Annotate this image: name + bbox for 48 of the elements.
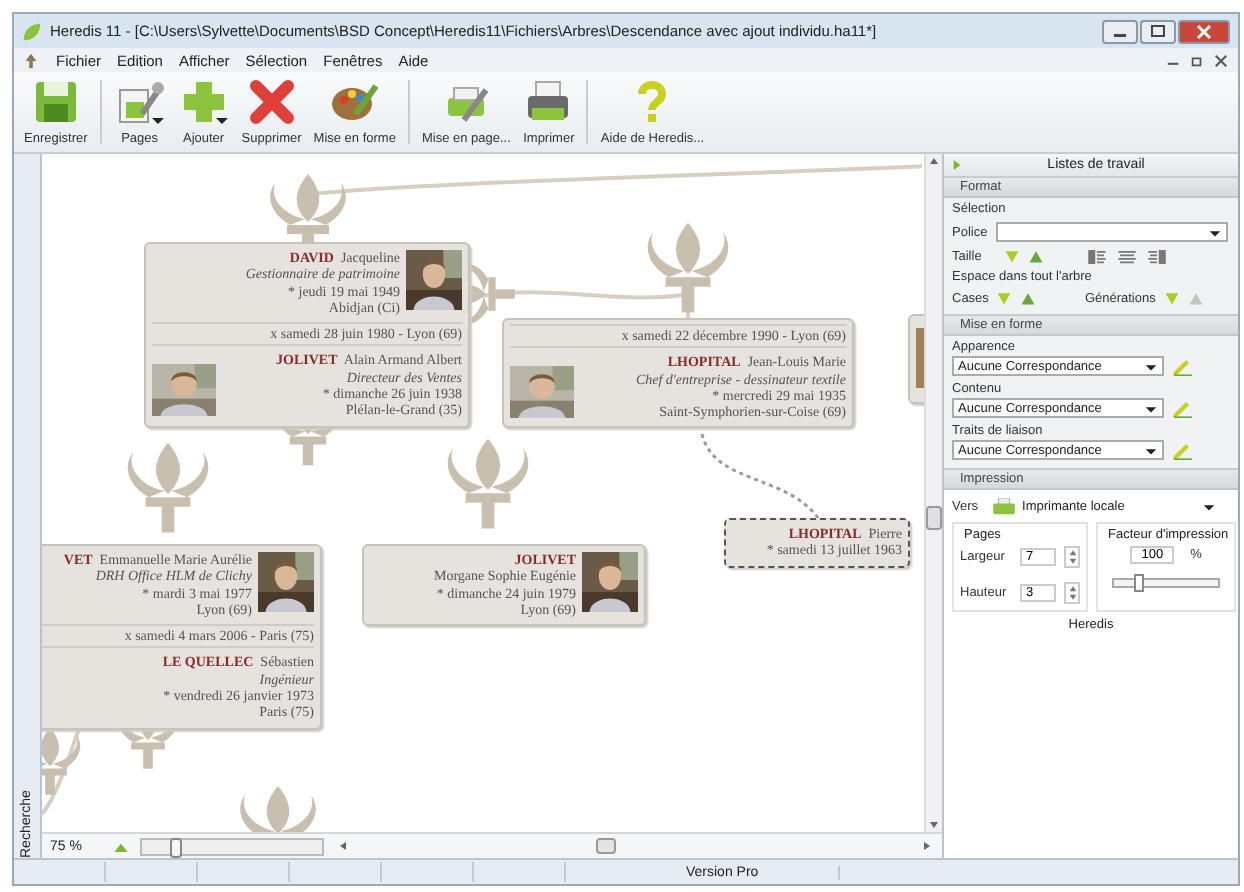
align-center-icon[interactable]	[1118, 249, 1136, 263]
dropdown-arrow-icon	[1144, 401, 1158, 415]
font-dropdown[interactable]	[995, 222, 1228, 242]
factor-slider[interactable]	[1112, 578, 1221, 588]
page-wrench-icon	[113, 78, 166, 126]
vertical-scrollbar[interactable]	[924, 154, 942, 832]
close-icon	[1214, 53, 1228, 67]
scrollbar-thumb[interactable]	[595, 838, 616, 854]
fleuron-ornament	[647, 222, 729, 313]
spinner-button[interactable]	[1064, 582, 1080, 604]
leaf-icon	[22, 21, 42, 41]
spinner-button[interactable]	[1064, 546, 1080, 568]
dotted-connector-line	[700, 433, 820, 519]
maximize-button[interactable]	[1140, 19, 1176, 43]
triangle-up-icon[interactable]	[1028, 248, 1044, 264]
scrollbar-thumb[interactable]	[926, 505, 942, 530]
zoom-slider[interactable]	[140, 837, 324, 855]
scroll-left-icon[interactable]	[336, 838, 352, 854]
dropdown-arrow-icon	[1144, 359, 1158, 373]
spinner-arrows-icon	[1067, 548, 1077, 566]
dropdown-arrow-icon	[1144, 443, 1158, 457]
pencil-icon[interactable]	[1172, 440, 1192, 460]
align-right-icon[interactable]	[1148, 249, 1166, 263]
pencil-icon[interactable]	[1172, 356, 1192, 376]
cross-icon	[245, 78, 298, 126]
close-icon	[1194, 23, 1214, 39]
person-card[interactable]	[144, 242, 470, 428]
close-button[interactable]	[1178, 19, 1230, 43]
spinner-arrows-icon	[1067, 584, 1077, 602]
fleuron-ornament	[127, 442, 209, 533]
align-left-icon[interactable]	[1088, 249, 1106, 263]
dropdown-arrow-icon	[1202, 499, 1217, 513]
scroll-right-icon[interactable]	[918, 838, 934, 854]
horizontal-scrollbar[interactable]	[336, 838, 934, 854]
restore-icon	[1190, 53, 1204, 67]
pencil-icon[interactable]	[1172, 398, 1192, 418]
close-button[interactable]	[1212, 51, 1230, 69]
fleuron-ornament	[240, 786, 316, 832]
minimize-button[interactable]	[1102, 19, 1138, 43]
dropdown-arrow-icon	[1207, 225, 1222, 239]
palette-icon	[328, 78, 381, 126]
maximize-icon	[1148, 23, 1168, 39]
arrow-right-icon[interactable]	[952, 158, 962, 172]
printer-icon	[992, 497, 1017, 515]
triangle-up-icon[interactable]	[1020, 290, 1037, 306]
fleuron-ornament	[42, 727, 81, 795]
fleuron-ornament	[447, 438, 529, 529]
caret-up-icon[interactable]	[114, 841, 128, 851]
